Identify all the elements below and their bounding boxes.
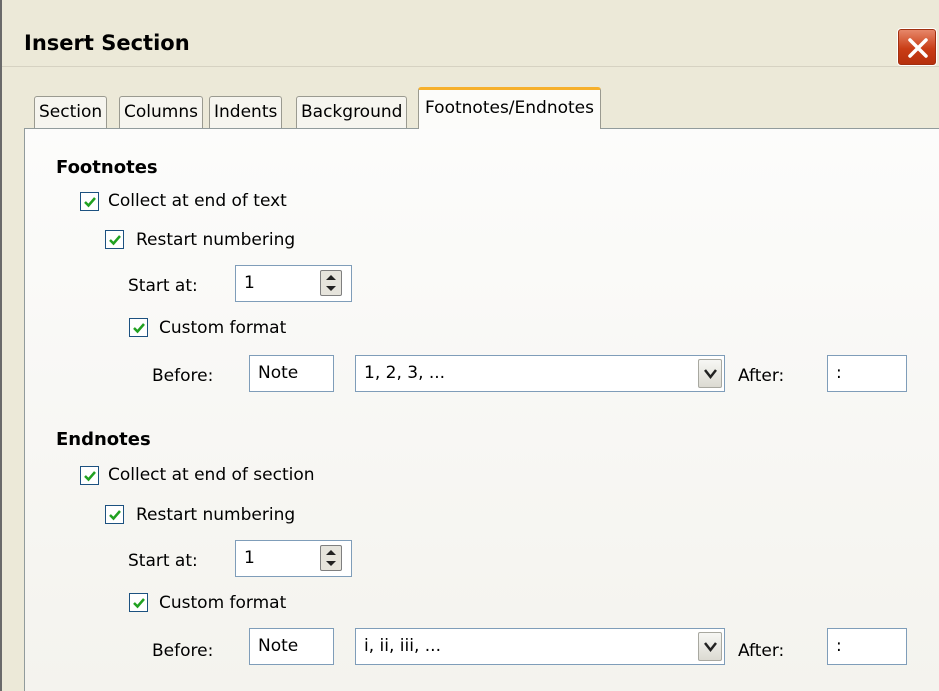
footnotes-restart-checkbox[interactable] xyxy=(105,230,124,249)
endnotes-after-label: After: xyxy=(738,641,785,661)
endnotes-start-at-label: Start at: xyxy=(128,551,198,571)
tab-columns[interactable]: Columns xyxy=(119,96,203,129)
footnotes-collect-label: Collect at end of text xyxy=(108,191,287,211)
footnotes-start-at-spinner[interactable] xyxy=(320,270,342,296)
checkmark-icon xyxy=(109,510,121,521)
spin-up-button[interactable] xyxy=(321,271,341,283)
footnotes-before-field[interactable]: Note xyxy=(249,355,334,392)
endnotes-format-dropdown-button[interactable] xyxy=(698,632,722,661)
close-button[interactable] xyxy=(897,28,937,66)
close-icon xyxy=(908,38,928,58)
endnotes-before-value: Note xyxy=(258,636,299,656)
checkmark-icon xyxy=(133,598,145,609)
tab-footnotes-endnotes[interactable]: Footnotes/Endnotes xyxy=(418,87,601,129)
chevron-down-icon xyxy=(704,369,717,379)
checkmark-icon xyxy=(84,197,96,208)
footnotes-start-at-value: 1 xyxy=(244,273,255,293)
endnotes-after-field[interactable]: : xyxy=(827,628,907,665)
endnotes-heading: Endnotes xyxy=(56,429,151,450)
footnotes-format-select[interactable]: 1, 2, 3, ... xyxy=(355,355,725,392)
endnotes-format-select[interactable]: i, ii, iii, ... xyxy=(355,628,725,665)
checkmark-icon xyxy=(133,323,145,334)
insert-section-dialog: Insert Section Section Columns Indents B… xyxy=(0,0,939,691)
footnotes-restart-label: Restart numbering xyxy=(136,230,296,250)
endnotes-before-field[interactable]: Note xyxy=(249,628,334,665)
spin-up-icon xyxy=(326,275,336,280)
title-bar: Insert Section xyxy=(2,0,939,67)
tab-indents[interactable]: Indents xyxy=(209,96,283,129)
endnotes-after-value: : xyxy=(836,636,842,656)
endnotes-collect-label: Collect at end of section xyxy=(108,465,315,485)
footnotes-custom-format-checkbox[interactable] xyxy=(129,318,148,337)
footnotes-format-value: 1, 2, 3, ... xyxy=(364,363,446,383)
endnotes-before-label: Before: xyxy=(152,641,214,661)
spin-down-button[interactable] xyxy=(321,283,341,295)
spin-up-icon xyxy=(326,550,336,555)
spin-up-button[interactable] xyxy=(321,546,341,558)
spin-down-icon xyxy=(326,286,336,291)
endnotes-restart-checkbox[interactable] xyxy=(105,505,124,524)
footnotes-start-at-label: Start at: xyxy=(128,276,198,296)
spin-down-button[interactable] xyxy=(321,558,341,570)
footnotes-before-label: Before: xyxy=(152,366,214,386)
footnotes-custom-format-label: Custom format xyxy=(159,318,287,338)
tab-background[interactable]: Background xyxy=(296,96,408,129)
footnotes-collect-checkbox[interactable] xyxy=(80,192,99,211)
endnotes-start-at-spinner[interactable] xyxy=(320,545,342,571)
footnotes-format-dropdown-button[interactable] xyxy=(698,359,722,388)
checkmark-icon xyxy=(109,235,121,246)
endnotes-custom-format-checkbox[interactable] xyxy=(129,593,148,612)
endnotes-restart-label: Restart numbering xyxy=(136,505,296,525)
checkmark-icon xyxy=(84,471,96,482)
endnotes-format-value: i, ii, iii, ... xyxy=(364,636,441,656)
footnotes-after-label: After: xyxy=(738,366,785,386)
tab-section[interactable]: Section xyxy=(34,96,108,129)
endnotes-start-at-value: 1 xyxy=(244,548,255,568)
endnotes-custom-format-label: Custom format xyxy=(159,593,287,613)
spin-down-icon xyxy=(326,561,336,566)
window-title: Insert Section xyxy=(24,31,190,55)
footnotes-heading: Footnotes xyxy=(56,157,158,178)
endnotes-collect-checkbox[interactable] xyxy=(80,466,99,485)
footnotes-before-value: Note xyxy=(258,363,299,383)
footnotes-after-field[interactable]: : xyxy=(827,355,907,392)
chevron-down-icon xyxy=(704,642,717,652)
footnotes-after-value: : xyxy=(836,363,842,383)
